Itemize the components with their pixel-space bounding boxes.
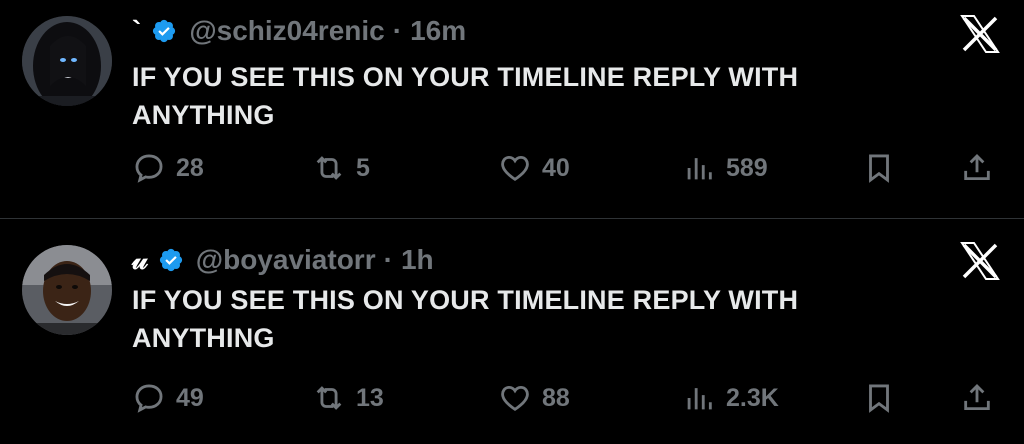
action-bar: 49 13 88 2.3K	[132, 378, 1002, 418]
reply-icon	[135, 154, 163, 183]
reply-button[interactable]: 49	[132, 378, 204, 418]
view-count: 2.3K	[726, 383, 779, 412]
share-button[interactable]	[960, 148, 994, 188]
reply-count: 49	[176, 383, 204, 412]
like-button[interactable]: 40	[498, 148, 570, 188]
repost-icon	[316, 386, 342, 410]
reply-count: 28	[176, 153, 204, 182]
repost-button[interactable]: 5	[312, 148, 370, 188]
repost-count: 5	[356, 153, 370, 182]
like-count: 40	[542, 153, 570, 182]
reply-button[interactable]: 28	[132, 148, 204, 188]
timestamp[interactable]: 16m	[410, 15, 466, 47]
avatar[interactable]	[22, 16, 112, 106]
verified-icon	[159, 248, 182, 272]
like-count: 88	[542, 383, 570, 412]
separator-dot: ·	[383, 244, 393, 275]
verified-icon	[153, 19, 176, 43]
bookmark-button[interactable]	[862, 378, 896, 418]
like-icon	[501, 155, 529, 181]
avatar[interactable]	[22, 245, 112, 335]
repost-count: 13	[356, 383, 384, 412]
tweet-text: IF YOU SEE THIS ON YOUR TIMELINE REPLY W…	[132, 285, 799, 353]
views-icon	[687, 158, 712, 180]
share-icon	[964, 383, 990, 411]
user-handle[interactable]: @schiz04renic	[189, 15, 384, 47]
bookmark-icon	[869, 154, 889, 183]
repost-icon	[316, 156, 342, 180]
like-button[interactable]: 88	[498, 378, 570, 418]
like-icon	[501, 385, 529, 411]
share-icon	[964, 153, 990, 181]
tweet-header: 𝓊 @boyaviatorr · 1h	[132, 243, 434, 277]
views-icon	[687, 388, 712, 410]
close-icon[interactable]	[958, 12, 1002, 56]
tweet-header: ` @schiz04renic · 16m	[132, 14, 466, 48]
user-handle[interactable]: @boyaviatorr	[196, 244, 376, 276]
share-button[interactable]	[960, 378, 994, 418]
close-icon[interactable]	[958, 239, 1002, 283]
tweet-text: IF YOU SEE THIS ON YOUR TIMELINE REPLY W…	[132, 62, 799, 130]
bookmark-button[interactable]	[862, 148, 896, 188]
views-button[interactable]: 2.3K	[682, 378, 779, 418]
view-count: 589	[726, 153, 768, 182]
views-button[interactable]: 589	[682, 148, 768, 188]
tweet[interactable]: 𝓊 @boyaviatorr · 1h IF YOU SEE THIS ON Y…	[0, 219, 1024, 444]
action-bar: 28 5 40 589	[132, 148, 1002, 188]
reply-icon	[135, 384, 163, 413]
repost-button[interactable]: 13	[312, 378, 384, 418]
bookmark-icon	[869, 384, 889, 413]
separator-dot: ·	[392, 15, 403, 46]
display-name[interactable]: `	[132, 15, 141, 47]
timestamp[interactable]: 1h	[401, 244, 434, 276]
display-name[interactable]: 𝓊	[132, 244, 148, 277]
tweet[interactable]: ` @schiz04renic · 16m IF YOU SEE THIS ON…	[0, 0, 1024, 218]
